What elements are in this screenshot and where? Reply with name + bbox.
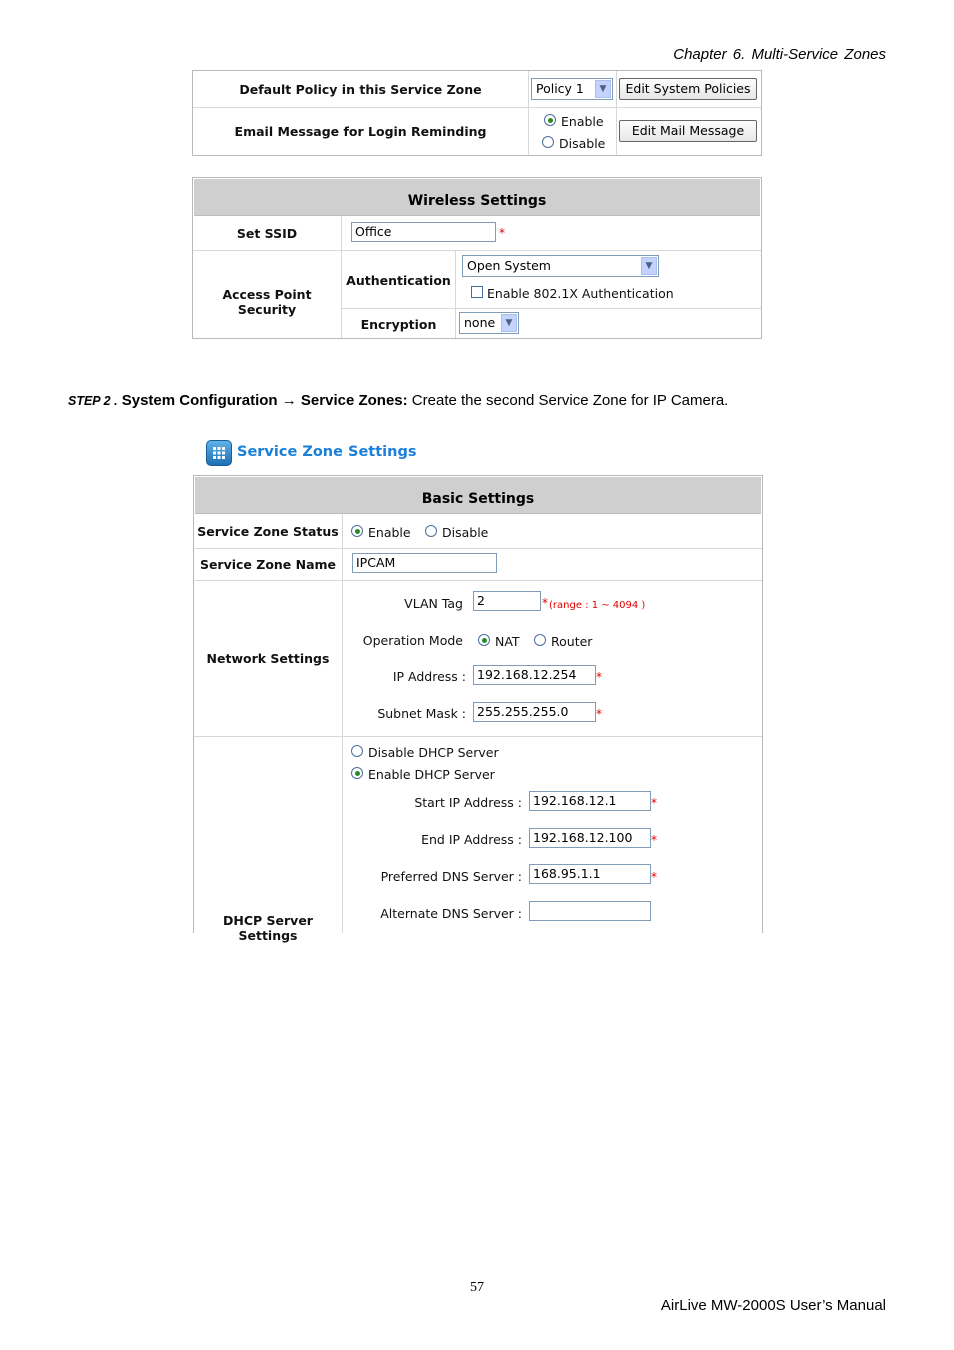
operation-mode-label: Operation Mode	[362, 633, 463, 648]
chevron-down-icon: ▼	[501, 314, 517, 332]
encryption-label: Encryption	[360, 317, 437, 332]
wireless-settings-title: Wireless Settings	[194, 179, 760, 216]
email-reminding-label: Email Message for Login Reminding	[234, 124, 487, 139]
preferred-dns-label: Preferred DNS Server :	[380, 869, 522, 884]
dhcp-enable-label: Enable DHCP Server	[368, 767, 495, 782]
chevron-down-icon: ▼	[595, 80, 611, 98]
dhcp-enable-radio[interactable]	[351, 767, 363, 779]
authentication-select-value: Open System	[467, 258, 551, 273]
dhcp-server-settings-label: DHCP Server Settings	[223, 913, 313, 943]
mode-router-label: Router	[551, 634, 593, 649]
vlan-tag-label: VLAN Tag	[404, 596, 463, 611]
ip-address-label: IP Address :	[392, 669, 466, 684]
mode-nat-radio[interactable]	[478, 634, 490, 646]
status-disable-radio[interactable]	[425, 525, 437, 537]
mode-router-radio[interactable]	[534, 634, 546, 646]
end-ip-required-mark: *	[651, 833, 657, 847]
policy-select[interactable]: Policy 1 ▼	[531, 78, 613, 100]
step-bold-text: System Configuration → Service Zones:	[121, 392, 408, 409]
authentication-select[interactable]: Open System ▼	[462, 255, 659, 277]
step-rest-text: Create the second Service Zone for IP Ca…	[407, 392, 729, 409]
vlan-range-hint: (range : 1 ~ 4094 )	[549, 600, 646, 611]
start-ip-required-mark: *	[651, 796, 657, 810]
ssid-required-mark: *	[499, 226, 505, 240]
start-ip-label: Start IP Address :	[414, 795, 522, 810]
start-ip-input[interactable]: 192.168.12.1	[529, 791, 651, 811]
default-policy-label: Default Policy in this Service Zone	[239, 82, 482, 97]
email-disable-label: Disable	[559, 136, 606, 151]
status-enable-radio[interactable]	[351, 525, 363, 537]
dhcp-disable-label: Disable DHCP Server	[368, 745, 499, 760]
enable-8021x-label: Enable 802.1X Authentication	[487, 286, 674, 301]
email-enable-label: Enable	[561, 114, 604, 129]
encryption-select-value: none	[464, 315, 496, 330]
mode-nat-label: NAT	[495, 634, 520, 649]
preferred-dns-input[interactable]: 168.95.1.1	[529, 864, 651, 884]
grid-app-icon	[206, 440, 232, 466]
subnet-mask-label: Subnet Mask :	[377, 706, 466, 721]
page-number: 57	[470, 1280, 484, 1295]
service-zone-name-input[interactable]: IPCAM	[352, 553, 497, 573]
end-ip-label: End IP Address :	[421, 832, 522, 847]
vlan-tag-input[interactable]: 2	[473, 591, 541, 611]
ip-address-input[interactable]: 192.168.12.254	[473, 665, 596, 685]
service-zone-status-label: Service Zone Status	[197, 524, 339, 539]
manual-footer: AirLive MW-2000S User’s Manual	[660, 1297, 886, 1314]
step-prefix: STEP 2 .	[68, 394, 118, 408]
authentication-label: Authentication	[346, 273, 451, 288]
end-ip-input[interactable]: 192.168.12.100	[529, 828, 651, 848]
encryption-select[interactable]: none ▼	[459, 312, 519, 334]
alternate-dns-input[interactable]	[529, 901, 651, 921]
service-zone-name-label: Service Zone Name	[199, 557, 337, 572]
ssid-input[interactable]: Office	[351, 222, 496, 242]
service-zone-settings-title: Service Zone Settings	[237, 444, 417, 460]
network-settings-label: Network Settings	[206, 651, 330, 666]
set-ssid-label: Set SSID	[236, 226, 298, 241]
subnet-mask-input[interactable]: 255.255.255.0	[473, 702, 596, 722]
step-instruction: STEP 2 . System Configuration → Service …	[68, 392, 728, 409]
policy-select-value: Policy 1	[536, 81, 584, 96]
basic-settings-title: Basic Settings	[195, 477, 761, 514]
ip-required-mark: *	[596, 670, 602, 684]
access-point-security-label: Access Point Security	[222, 287, 312, 317]
email-enable-radio[interactable]	[544, 114, 556, 126]
mask-required-mark: *	[596, 707, 602, 721]
status-disable-label: Disable	[442, 525, 489, 540]
alternate-dns-label: Alternate DNS Server :	[380, 906, 522, 921]
dhcp-disable-radio[interactable]	[351, 745, 363, 757]
edit-system-policies-button[interactable]: Edit System Policies	[619, 78, 757, 100]
email-disable-radio[interactable]	[542, 136, 554, 148]
chapter-header: Chapter 6. Multi-Service Zones	[673, 46, 886, 63]
vlan-required-mark: *	[542, 596, 548, 610]
chevron-down-icon: ▼	[641, 257, 657, 275]
preferred-dns-required-mark: *	[651, 870, 657, 884]
edit-mail-message-button[interactable]: Edit Mail Message	[619, 120, 757, 142]
enable-8021x-checkbox[interactable]	[471, 286, 483, 298]
status-enable-label: Enable	[368, 525, 411, 540]
